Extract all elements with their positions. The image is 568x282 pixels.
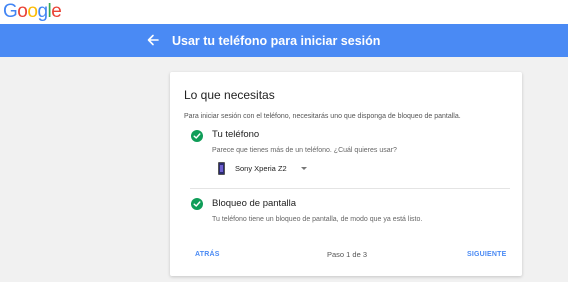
requirements-card: Lo que necesitas Para iniciar sesión con… — [170, 72, 522, 276]
check-circle-icon — [191, 198, 203, 210]
device-selector[interactable]: Sony Xperia Z2 — [218, 160, 307, 176]
logo-letter: g — [37, 1, 48, 22]
card-title: Lo que necesitas — [184, 88, 275, 102]
check-circle-icon — [191, 130, 203, 142]
logo-letter: o — [17, 1, 28, 22]
screen-lock-item-subtitle: Tu teléfono tiene un bloqueo de pantalla… — [212, 216, 423, 223]
step-indicator: Paso 1 de 3 — [327, 250, 368, 259]
page-title: Usar tu teléfono para iniciar sesión — [172, 34, 381, 48]
google-logo[interactable]: Google — [3, 1, 62, 23]
divider — [190, 188, 510, 189]
phone-item-title: Tu teléfono — [212, 129, 260, 140]
phone-item-subtitle: Parece que tienes más de un teléfono. ¿C… — [212, 147, 397, 154]
top-bar: Google — [0, 0, 568, 24]
caret-down-icon — [300, 166, 307, 170]
logo-letter: o — [27, 1, 38, 22]
logo-letter: e — [51, 1, 62, 22]
arrow-left-icon[interactable] — [146, 31, 160, 49]
card-description: Para iniciar sesión con el teléfono, nec… — [184, 113, 461, 120]
phone-icon — [218, 161, 225, 175]
screen-lock-item-title: Bloqueo de pantalla — [212, 198, 296, 209]
back-button[interactable]: ATRÁS — [195, 250, 220, 259]
logo-letter: G — [3, 1, 18, 22]
next-button[interactable]: SIGUIENTE — [467, 250, 507, 259]
device-name: Sony Xperia Z2 — [235, 163, 287, 173]
